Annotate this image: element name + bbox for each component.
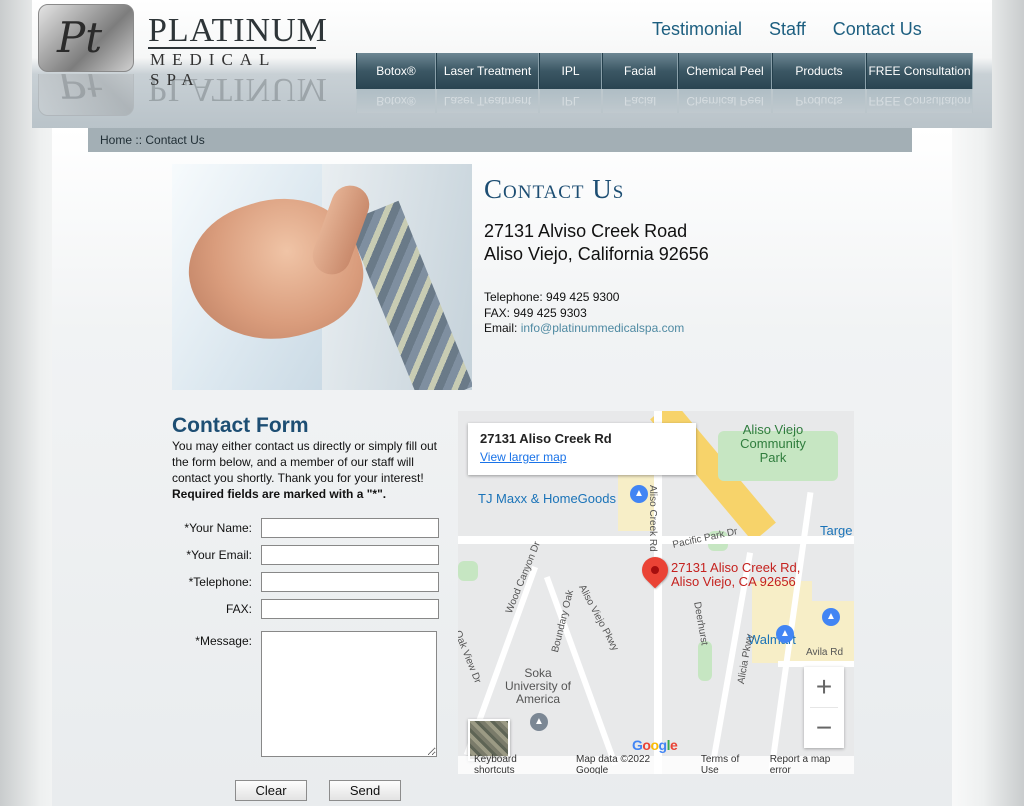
address-line-2: Aliso Viejo, California 92656 (484, 244, 709, 264)
report-map-error-link[interactable]: Report a map error (770, 754, 854, 774)
contact-details: Telephone: 949 425 9300 FAX: 949 425 930… (484, 290, 684, 337)
main-nav: Botox® Laser Treatment IPL Facial Chemic… (356, 53, 973, 89)
email-label: *Your Email: (186, 548, 252, 562)
nav-products[interactable]: Products (772, 53, 866, 89)
nav-facial[interactable]: Facial (602, 53, 678, 89)
site-header: Pt PLATINUM MEDICAL SPA Pt PLATINUM MEDI… (32, 0, 992, 128)
message-label: *Message: (195, 634, 252, 648)
map-label-pacific-park: Pacific Park Dr (671, 526, 739, 551)
shopping-bag-icon: ▲ (630, 485, 648, 503)
google-logo: Google (632, 737, 678, 753)
map-pin-icon[interactable] (636, 551, 674, 589)
email-line: Email: info@platinummedicalspa.com (484, 321, 685, 335)
map-label-deerhurst: Deerhurst (691, 601, 710, 647)
required-note: Required fields are marked with a "*". (172, 487, 387, 501)
logo-rule (148, 47, 316, 49)
terms-of-use-link[interactable]: Terms of Use (701, 754, 760, 774)
breadcrumb-current: Contact Us (145, 133, 205, 147)
top-link-contact[interactable]: Contact Us (833, 19, 922, 40)
map-label-target: Targe (820, 523, 853, 538)
google-map[interactable]: 27131 Aliso Creek Rd View larger map Ali… (458, 411, 854, 774)
send-button[interactable]: Send (329, 780, 401, 801)
map-info-card: 27131 Aliso Creek Rd View larger map (468, 423, 696, 475)
top-link-testimonial[interactable]: Testimonial (652, 19, 742, 40)
form-title: Contact Form (172, 414, 309, 437)
breadcrumb-home[interactable]: Home (100, 133, 132, 147)
nav-botox[interactable]: Botox® (356, 53, 436, 89)
map-label-aliso-viejo-pkwy: Aliso Viejo Pkwy (576, 583, 621, 653)
nav-ipl[interactable]: IPL (539, 53, 602, 89)
logo-mark: Pt (38, 4, 134, 72)
zoom-in-button[interactable]: + (804, 667, 844, 707)
handshake-photo (172, 164, 472, 390)
zoom-out-button[interactable]: − (804, 708, 844, 748)
address-line-1: 27131 Alviso Creek Road (484, 221, 688, 241)
nav-reflection: Botox® Laser Treatment IPL Facial Chemic… (356, 89, 973, 113)
address: 27131 Alviso Creek Road Aliso Viejo, Cal… (484, 220, 709, 266)
name-input[interactable] (261, 518, 439, 538)
nav-laser-treatment[interactable]: Laser Treatment (436, 53, 539, 89)
map-label-soka: Soka University of America (504, 666, 572, 706)
map-label-avila: Avila Rd (806, 647, 844, 658)
top-links: Testimonial Staff Contact Us (652, 19, 922, 40)
telephone-label: *Telephone: (188, 575, 252, 589)
map-pin-label: 27131 Aliso Creek Rd, Aliso Viejo, CA 92… (671, 560, 801, 589)
shopping-icon: ▲ (822, 608, 840, 626)
fax-input[interactable] (261, 599, 439, 619)
map-data-text: Map data ©2022 Google (576, 754, 651, 774)
message-textarea[interactable] (261, 631, 437, 757)
fax-text: FAX: 949 425 9303 (484, 305, 587, 320)
page-title: Contact Us (484, 174, 625, 204)
fax-label: FAX: (225, 602, 252, 616)
map-label-oak-view: Oak View Dr (458, 629, 483, 685)
university-icon: ▲ (530, 713, 548, 731)
email-input[interactable] (261, 545, 439, 565)
map-label-tjmaxx: TJ Maxx & HomeGoods (478, 491, 616, 506)
keyboard-shortcuts-link[interactable]: Keyboard shortcuts (474, 754, 560, 774)
walmart-shopping-icon: ▲ (776, 625, 794, 643)
map-zoom-controls: + − (804, 667, 844, 748)
map-label-aliso-creek: Aliso Creek Rd (647, 485, 658, 552)
site-logo[interactable]: Pt PLATINUM MEDICAL SPA (34, 4, 334, 89)
clear-button[interactable]: Clear (235, 780, 307, 801)
name-label: *Your Name: (184, 521, 252, 535)
map-footer: Keyboard shortcuts Map data ©2022 Google… (458, 754, 854, 774)
telephone-input[interactable] (261, 572, 439, 592)
logo-reflection: Pt PLATINUM MEDICAL SPA (34, 74, 334, 116)
telephone-text: Telephone: 949 425 9300 (484, 290, 620, 304)
map-label-park: Aliso Viejo Community Park (740, 422, 806, 465)
logo-wordmark: PLATINUM (148, 12, 328, 49)
breadcrumb-separator: :: (135, 133, 143, 147)
nav-chemical-peel[interactable]: Chemical Peel (678, 53, 772, 89)
breadcrumb: Home :: Contact Us (88, 128, 912, 152)
email-link[interactable]: info@platinummedicalspa.com (521, 321, 685, 335)
view-larger-map-link[interactable]: View larger map (480, 450, 684, 464)
top-link-staff[interactable]: Staff (769, 19, 806, 40)
form-intro: You may either contact us directly or si… (172, 439, 438, 501)
map-card-title: 27131 Aliso Creek Rd (480, 431, 612, 446)
nav-free-consultation[interactable]: FREE Consultation (866, 53, 973, 89)
